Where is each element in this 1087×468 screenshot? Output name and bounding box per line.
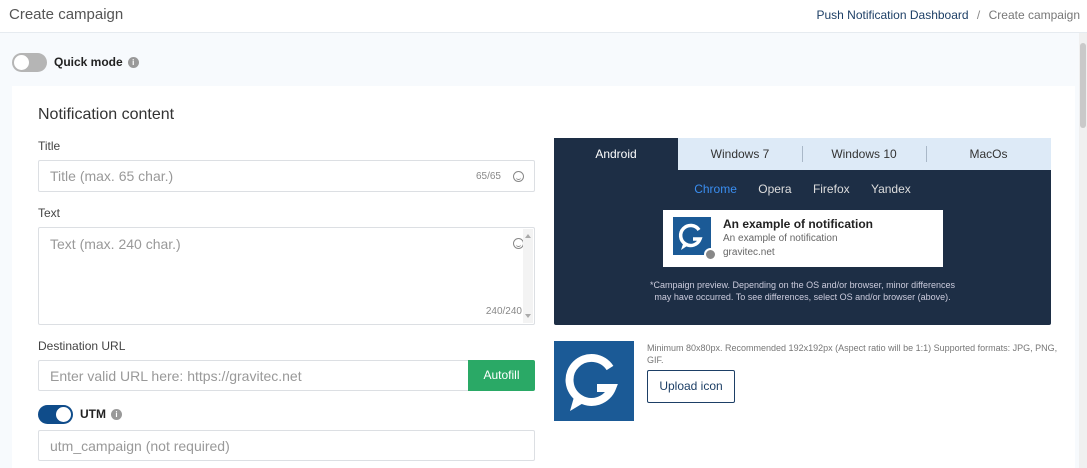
autofill-button[interactable]: Autofill — [468, 360, 535, 391]
utm-placeholder: utm_campaign (not required) — [50, 438, 230, 454]
browser-tabs: Chrome Opera Firefox Yandex — [554, 182, 1051, 196]
utm-label: UTM — [80, 407, 106, 421]
utm-toggle[interactable] — [38, 404, 73, 424]
notification-title: An example of notification — [723, 217, 874, 231]
tab-macos[interactable]: MacOs — [926, 138, 1051, 170]
icon-help-text: Minimum 80x80px. Recommended 192x192px (… — [647, 343, 1058, 365]
scroll-up-icon[interactable] — [525, 234, 531, 238]
notification-card: An example of notification An example of… — [663, 210, 943, 267]
emoji-icon[interactable] — [513, 171, 524, 182]
page-scrollbar[interactable] — [1079, 33, 1087, 468]
text-char-counter: 240/240 — [485, 306, 522, 317]
browser-opera[interactable]: Opera — [758, 182, 791, 196]
breadcrumb-link-dashboard[interactable]: Push Notification Dashboard — [816, 8, 968, 22]
top-bar: Create campaign Push Notification Dashbo… — [0, 0, 1087, 33]
browser-chrome[interactable]: Chrome — [694, 182, 737, 196]
utm-row: UTM i — [38, 404, 122, 424]
info-icon[interactable]: i — [127, 56, 139, 68]
breadcrumb-separator: / — [976, 8, 981, 22]
title-char-counter: 65/65 — [475, 171, 501, 182]
tab-android[interactable]: Android — [554, 138, 678, 170]
title-field-label: Title — [38, 139, 61, 153]
tab-windows-7[interactable]: Windows 7 — [678, 138, 802, 170]
text-textarea[interactable]: Text (max. 240 char.) 240/240 — [38, 227, 535, 325]
url-field-label: Destination URL — [38, 339, 126, 353]
browser-yandex[interactable]: Yandex — [871, 182, 911, 196]
scrollbar-thumb[interactable] — [1080, 43, 1086, 128]
preview-note: *Campaign preview. Depending on the OS a… — [649, 280, 955, 302]
breadcrumb: Push Notification Dashboard / Create cam… — [816, 8, 1080, 22]
campaign-icon-image — [554, 341, 634, 421]
quick-mode-row: Quick mode i — [12, 52, 139, 72]
notification-preview: Android Windows 7 Windows 10 MacOs Chrom… — [554, 138, 1051, 325]
notification-domain: gravitec.net — [723, 247, 775, 258]
scroll-down-icon[interactable] — [525, 314, 531, 318]
toggle-knob — [56, 406, 71, 422]
section-title: Notification content — [38, 106, 175, 123]
text-field-label: Text — [38, 206, 61, 220]
url-input[interactable]: Enter valid URL here: https://gravitec.n… — [38, 360, 469, 391]
url-placeholder: Enter valid URL here: https://gravitec.n… — [50, 368, 302, 384]
quick-mode-toggle[interactable] — [12, 52, 47, 72]
browser-firefox[interactable]: Firefox — [813, 182, 850, 196]
info-icon[interactable]: i — [111, 408, 122, 420]
toggle-knob — [14, 54, 29, 70]
quick-mode-label: Quick mode — [54, 55, 123, 69]
upload-icon-button[interactable]: Upload icon — [647, 370, 735, 403]
textarea-scrollbar[interactable] — [523, 229, 533, 323]
tab-windows-10[interactable]: Windows 10 — [802, 138, 926, 170]
chrome-badge-icon — [704, 248, 717, 261]
text-placeholder: Text (max. 240 char.) — [50, 236, 181, 252]
title-input[interactable]: Title (max. 65 char.) 65/65 — [38, 160, 535, 192]
page-title: Create campaign — [9, 6, 124, 23]
breadcrumb-current: Create campaign — [988, 8, 1080, 22]
notification-text: An example of notification — [723, 233, 838, 244]
utm-campaign-input[interactable]: utm_campaign (not required) — [38, 430, 535, 461]
title-placeholder: Title (max. 65 char.) — [50, 168, 174, 184]
os-tabs: Android Windows 7 Windows 10 MacOs — [554, 138, 1051, 170]
